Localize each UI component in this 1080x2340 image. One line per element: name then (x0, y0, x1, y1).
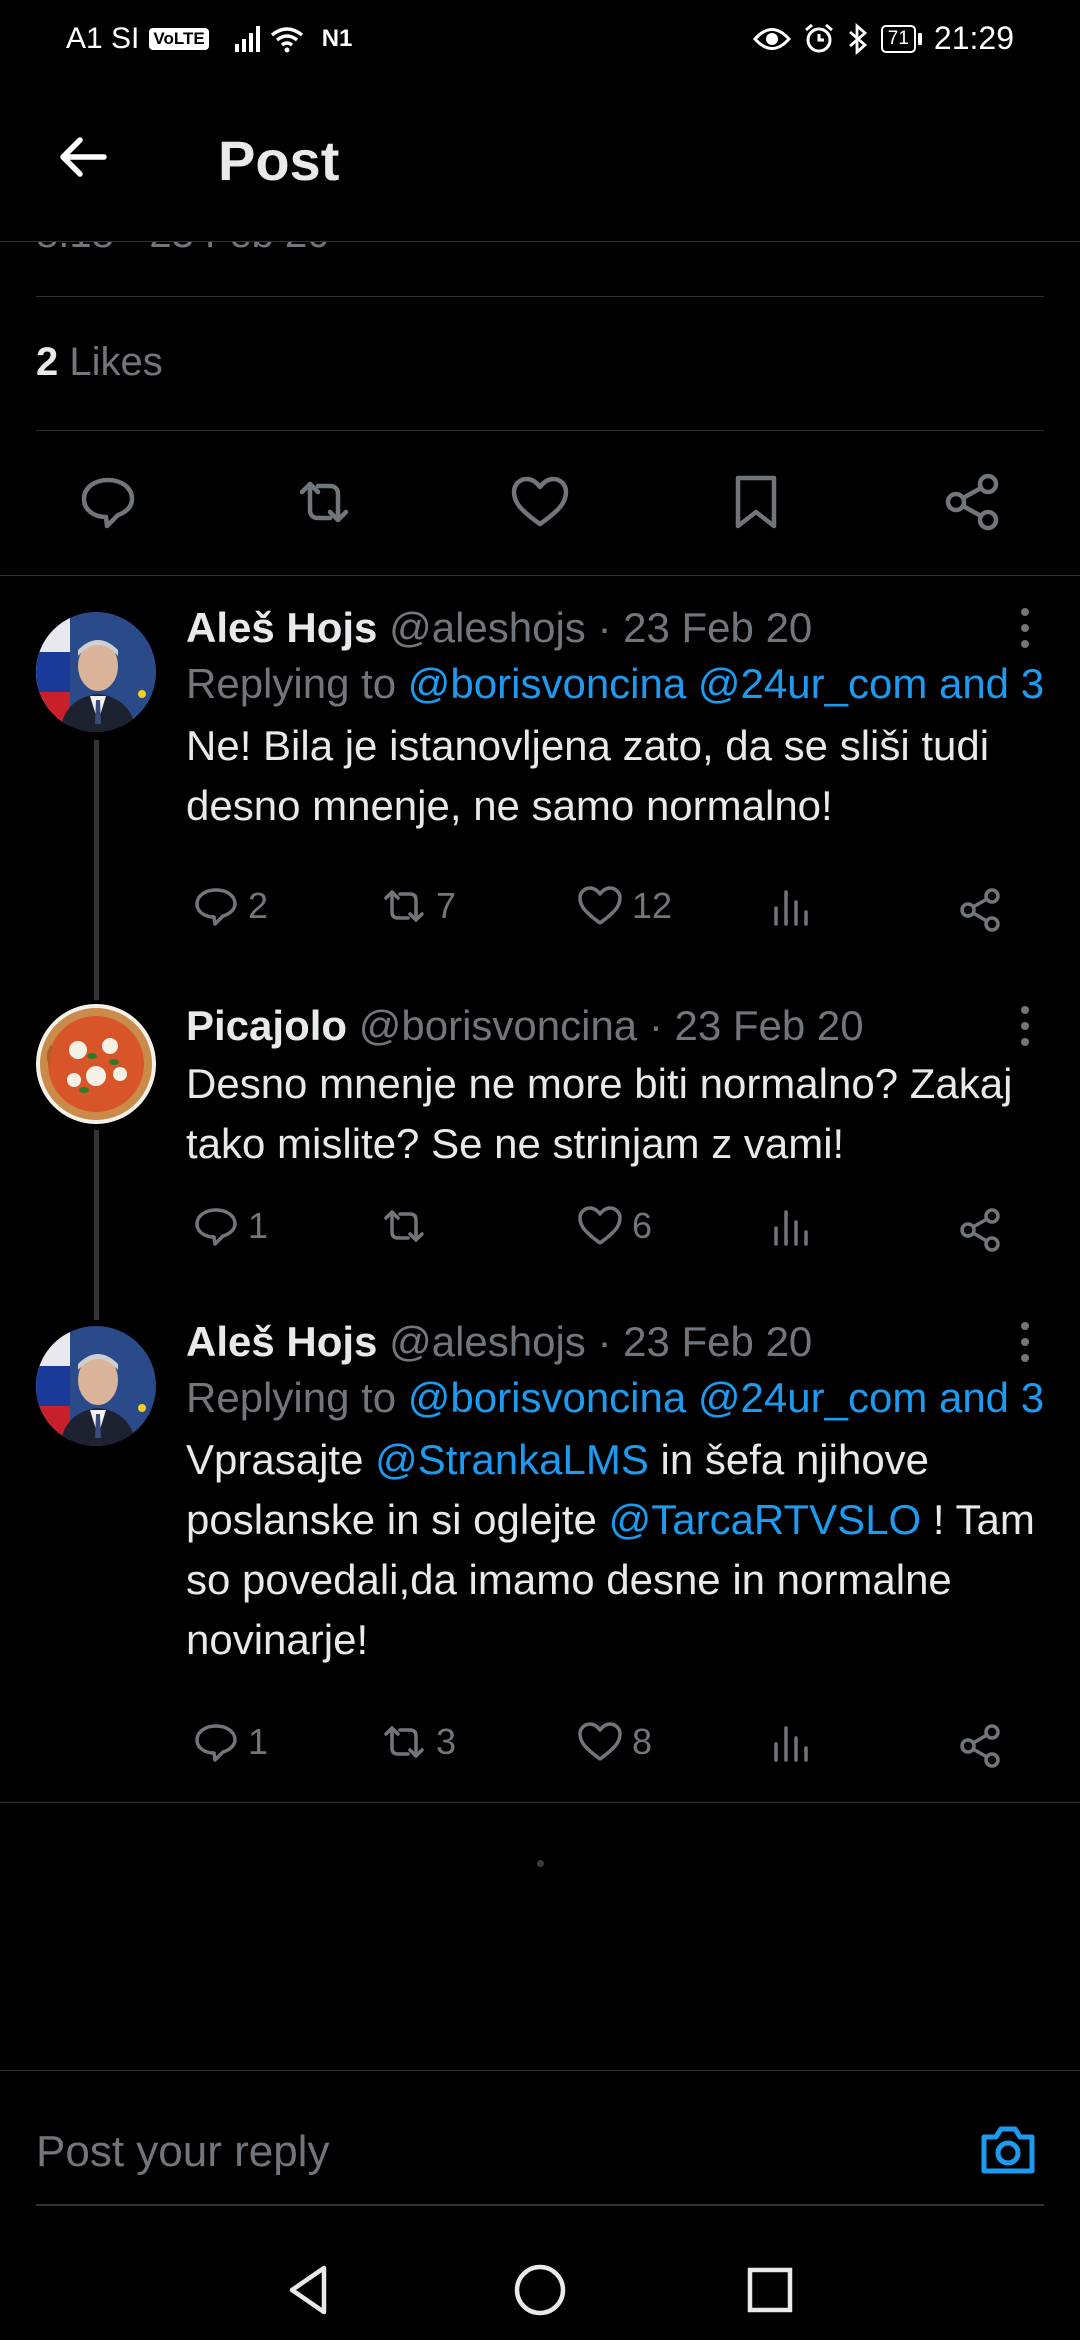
tweet-meta: Aleš Hojs @aleshojs · 23 Feb 20 (186, 1316, 1080, 1368)
tweet-date: · 23 Feb 20 (597, 1318, 813, 1365)
retweet-button[interactable] (380, 1202, 436, 1250)
page-title: Post (218, 129, 340, 192)
retweet-icon (384, 1210, 424, 1242)
divider (36, 430, 1044, 431)
camera-icon[interactable] (976, 2117, 1040, 2181)
reply-input[interactable]: Post your reply (36, 2127, 329, 2177)
share-icon[interactable] (956, 886, 1004, 934)
alarm-icon (804, 23, 833, 52)
battery-icon: 71 (880, 24, 922, 53)
divider (36, 296, 1044, 297)
post-actions (0, 460, 1080, 544)
like-button[interactable]: 12 (576, 882, 672, 930)
divider (0, 575, 1080, 576)
likes-count[interactable]: 2 Likes (36, 340, 163, 385)
more-options-icon[interactable] (1018, 1006, 1032, 1050)
reply-icon (195, 888, 237, 926)
like-icon[interactable] (508, 470, 572, 534)
arrow-left-icon[interactable] (52, 126, 114, 188)
like-icon (578, 1722, 622, 1761)
volte-badge: VoLTE (149, 28, 209, 50)
analytics-icon (774, 1210, 808, 1246)
home-nav-icon[interactable] (508, 2258, 572, 2322)
retweet-icon (384, 890, 424, 922)
avatar[interactable] (36, 612, 156, 732)
avatar[interactable] (36, 1004, 156, 1124)
tweet-date: · 23 Feb 20 (648, 1002, 864, 1049)
analytics-icon (774, 890, 808, 926)
reply-button[interactable]: 1 (192, 1718, 268, 1766)
back-nav-icon[interactable] (278, 2258, 342, 2322)
avatar[interactable] (36, 1326, 156, 1446)
reply-tweet[interactable]: Aleš Hojs @aleshojs · 23 Feb 20 Replying… (0, 1316, 1080, 1796)
author-handle[interactable]: @aleshojs (389, 604, 586, 651)
more-options-icon[interactable] (1018, 1322, 1032, 1366)
author-name[interactable]: Aleš Hojs (186, 1318, 377, 1365)
tweet-meta: Picajolo @borisvoncina · 23 Feb 20 (186, 1000, 1080, 1052)
tweet-stats: 2 7 12 (0, 882, 900, 942)
divider (0, 1802, 1080, 1803)
reply-icon (195, 1724, 237, 1762)
tweet-text: Desno mnenje ne more biti normalno? Zaka… (186, 1060, 1013, 1167)
mention-link[interactable]: @StrankaLMS (375, 1436, 649, 1483)
analytics-icon (774, 1726, 808, 1762)
tweet-stats: 1 3 8 (0, 1718, 900, 1778)
reply-button[interactable]: 1 (192, 1202, 268, 1250)
divider (36, 2204, 1044, 2206)
replying-to: Replying to @borisvoncina @24ur_com and … (186, 1374, 1045, 1421)
recents-nav-icon[interactable] (738, 2258, 802, 2322)
tweet-text: Ne! Bila je istanovljena zato, da se sli… (186, 722, 990, 829)
mention-link[interactable]: @TarcaRTVSLO (609, 1496, 922, 1543)
author-handle[interactable]: @aleshojs (389, 1318, 586, 1365)
bluetooth-icon (848, 22, 867, 55)
share-icon[interactable] (956, 1206, 1004, 1254)
like-button[interactable]: 8 (576, 1718, 652, 1766)
wifi-icon (270, 27, 303, 53)
reply-button[interactable]: 2 (192, 882, 268, 930)
network-label: N1 (321, 25, 353, 52)
thread-line (94, 740, 99, 1000)
share-icon[interactable] (956, 1722, 1004, 1770)
reply-icon (195, 1208, 237, 1246)
eye-icon (752, 27, 791, 50)
share-icon[interactable] (940, 470, 1004, 534)
author-name[interactable]: Picajolo (186, 1002, 347, 1049)
status-bar: A1 SI VoLTE N1 71 21:29 (0, 0, 1080, 76)
tweet-text: Vprasajte @StrankaLMS in šefa njihove po… (186, 1436, 1035, 1663)
tweet-date: · 23 Feb 20 (597, 604, 813, 651)
author-name[interactable]: Aleš Hojs (186, 604, 377, 651)
loading-indicator (537, 1860, 544, 1867)
retweet-icon (384, 1726, 424, 1758)
replying-to: Replying to @borisvoncina @24ur_com and … (186, 660, 1045, 707)
system-nav-bar (0, 2240, 1080, 2340)
tweet-stats: 1 6 (0, 1202, 900, 1262)
signal-icon (234, 26, 260, 52)
like-icon (578, 1206, 622, 1245)
like-button[interactable]: 6 (576, 1202, 652, 1250)
tweet-meta: Aleš Hojs @aleshojs · 23 Feb 20 (186, 602, 1080, 654)
reply-composer: Post your reply (0, 2070, 1080, 2210)
retweet-button[interactable]: 7 (380, 882, 456, 930)
retweet-button[interactable]: 3 (380, 1718, 456, 1766)
carrier-label: A1 SI (66, 22, 140, 55)
views-button[interactable] (768, 1202, 816, 1250)
reply-icon[interactable] (76, 470, 140, 534)
replying-to-link[interactable]: @borisvoncina @24ur_com and 3 (408, 660, 1044, 707)
clock: 21:29 (933, 20, 1014, 56)
top-bar: Post (0, 76, 1080, 242)
bookmark-icon[interactable] (724, 470, 788, 534)
reply-tweet[interactable]: Picajolo @borisvoncina · 23 Feb 20 Desno… (0, 1000, 1080, 1320)
reply-tweet[interactable]: Aleš Hojs @aleshojs · 23 Feb 20 Replying… (0, 602, 1080, 1002)
replying-to-link[interactable]: @borisvoncina @24ur_com and 3 (408, 1374, 1044, 1421)
more-options-icon[interactable] (1018, 608, 1032, 652)
views-button[interactable] (768, 882, 816, 930)
author-handle[interactable]: @borisvoncina (359, 1002, 637, 1049)
retweet-icon[interactable] (292, 470, 356, 534)
views-button[interactable] (768, 1718, 816, 1766)
like-icon (578, 886, 622, 925)
